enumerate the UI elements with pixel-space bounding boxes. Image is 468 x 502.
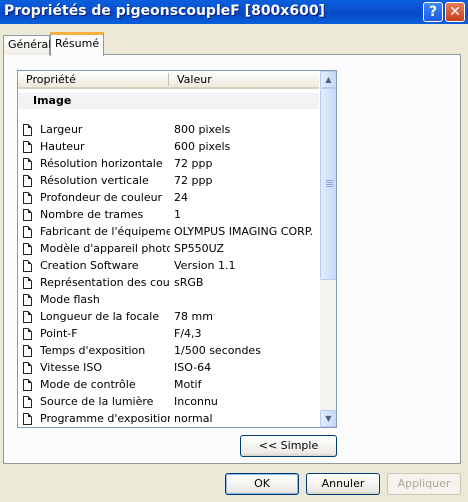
cancel-button[interactable]: Annuler [306,473,380,495]
table-row[interactable]: Longueur de la focale 78 mm [18,309,319,326]
table-row[interactable]: Hauteur 600 pixels [18,139,319,156]
table-row[interactable]: Mode de contrôle Motif [18,377,319,394]
property-value: normal [174,412,213,425]
property-value: Motif [174,378,202,391]
document-icon [23,260,32,272]
simple-button[interactable]: << Simple [240,435,337,457]
list-header: Propriété Valeur [18,71,319,89]
property-name: Mode flash [40,293,100,306]
table-row[interactable]: Profondeur de couleur 24 [18,190,319,207]
property-name: Profondeur de couleur [40,191,163,204]
table-row[interactable]: Modèle d'appareil photo SP550UZ [18,241,319,258]
close-button[interactable]: ✕ [445,2,465,22]
column-header-value[interactable]: Valeur [177,73,212,86]
property-value: F/4,3 [174,327,202,340]
thumb-grip [326,184,333,185]
thumb-grip [326,182,333,183]
property-name: Résolution verticale [40,174,149,187]
property-name: Temps d'exposition [40,344,146,357]
document-icon [23,158,32,170]
property-value: 1 [174,208,181,221]
property-name: Fabricant de l'équipement [40,225,170,238]
table-row[interactable]: Source de la lumière Inconnu [18,394,319,411]
thumb-grip [326,180,333,181]
document-icon [23,328,32,340]
document-icon [23,294,32,306]
property-name: Programme d'exposition [40,412,170,425]
property-name: Résolution horizontale [40,157,163,170]
ok-button[interactable]: OK [225,473,299,495]
property-name: Point-F [40,327,78,340]
thumb-grip [326,186,333,187]
table-row[interactable]: Mode flash [18,292,319,309]
table-row[interactable]: Temps d'exposition 1/500 secondes [18,343,319,360]
title-bar[interactable]: Propriétés de pigeonscoupleF [800x600] ?… [0,0,468,24]
property-value: sRGB [174,276,204,289]
table-row[interactable]: Résolution verticale 72 ppp [18,173,319,190]
document-icon [23,345,32,357]
property-rows: Largeur 800 pixels Hauteur 600 pixels Résolu… [18,122,319,427]
tab-general[interactable]: Général [3,35,51,55]
property-name: Hauteur [40,140,85,153]
table-row[interactable]: Programme d'exposition normal [18,411,319,427]
property-name: Nombre de trames [40,208,144,221]
table-row[interactable]: Largeur 800 pixels [18,122,319,139]
property-name: Creation Software [40,259,139,272]
help-button[interactable]: ? [423,2,443,22]
document-icon [23,379,32,391]
document-icon [23,124,32,136]
vertical-scrollbar[interactable]: ▲ ▼ [320,71,336,427]
property-name: Mode de contrôle [40,378,136,391]
document-icon [23,192,32,204]
property-name: Largeur [40,123,83,136]
property-name: Longueur de la focale [40,310,160,323]
property-value: 72 ppp [174,157,213,170]
document-icon [23,141,32,153]
property-value: 78 mm [174,310,213,323]
property-name: Représentation des cou... [40,276,170,289]
property-value: 1/500 secondes [174,344,261,357]
tab-resume[interactable]: Résumé [50,32,104,56]
scroll-down-button[interactable]: ▼ [320,410,336,427]
property-value: SP550UZ [174,242,225,255]
window-title: Propriétés de pigeonscoupleF [800x600] [4,3,325,19]
document-icon [23,175,32,187]
column-separator[interactable] [168,73,169,86]
table-row[interactable]: Fabricant de l'équipement OLYMPUS IMAGING… [18,224,319,241]
property-value: 72 ppp [174,174,213,187]
property-value: Inconnu [174,395,218,408]
document-icon [23,243,32,255]
property-value: ISO-64 [174,361,212,374]
apply-button[interactable]: Appliquer [387,473,461,495]
property-value: Version 1.1 [174,259,236,272]
document-icon [23,209,32,221]
property-value: 800 pixels [174,123,231,136]
document-icon [23,277,32,289]
property-list[interactable]: Propriété Valeur Image Largeur 800 pixels… [17,70,337,428]
table-row[interactable]: Représentation des cou... sRGB [18,275,319,292]
column-header-property[interactable]: Propriété [26,73,76,86]
document-icon [23,226,32,238]
group-header-image[interactable]: Image [18,93,319,109]
property-value: OLYMPUS IMAGING CORP. [174,225,314,238]
table-row[interactable]: Creation Software Version 1.1 [18,258,319,275]
scroll-up-button[interactable]: ▲ [320,71,336,88]
table-row[interactable]: Résolution horizontale 72 ppp [18,156,319,173]
property-value: 600 pixels [174,140,231,153]
document-icon [23,362,32,374]
document-icon [23,413,32,425]
group-label: Image [33,94,72,107]
table-row[interactable]: Vitesse ISO ISO-64 [18,360,319,377]
property-value: 24 [174,191,188,204]
table-row[interactable]: Point-F F/4,3 [18,326,319,343]
table-row[interactable]: Nombre de trames 1 [18,207,319,224]
scroll-thumb[interactable] [320,88,336,280]
property-name: Modèle d'appareil photo [40,242,170,255]
property-name: Vitesse ISO [40,361,103,374]
document-icon [23,311,32,323]
document-icon [23,396,32,408]
property-name: Source de la lumière [40,395,154,408]
